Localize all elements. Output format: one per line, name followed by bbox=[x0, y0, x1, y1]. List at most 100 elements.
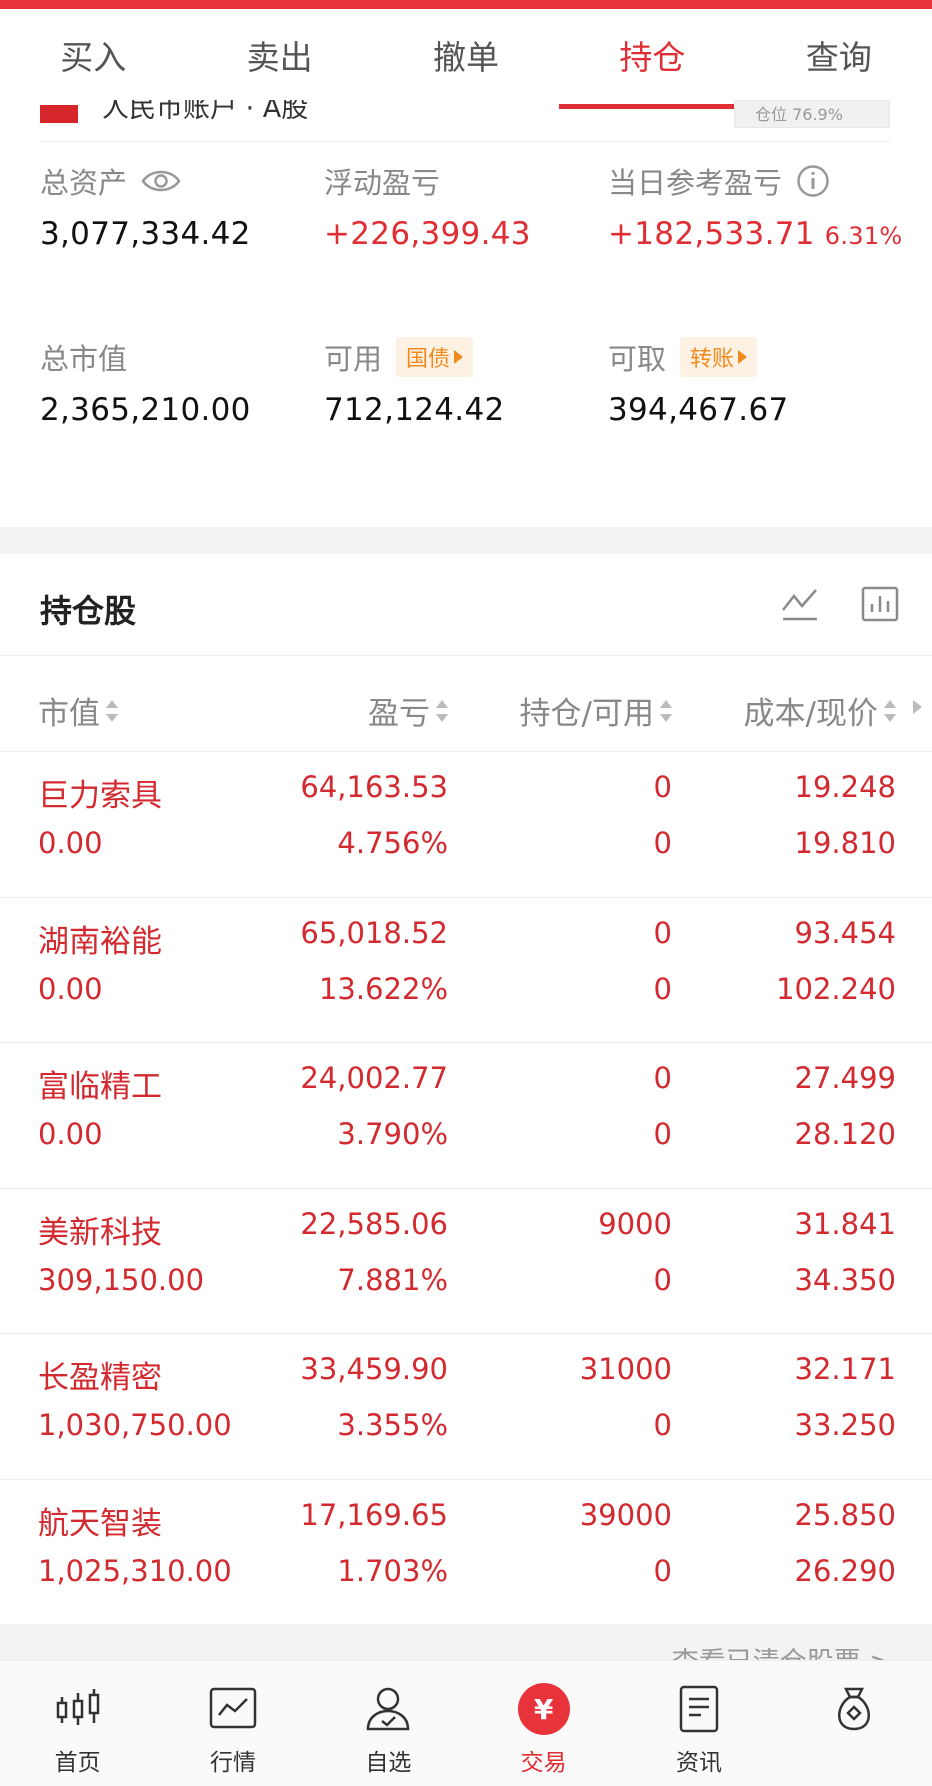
stock-pl-ratio: 4.756% bbox=[337, 826, 448, 860]
stock-pl: 64,163.53 bbox=[300, 770, 448, 804]
stock-price: 19.810 bbox=[794, 826, 896, 860]
stock-available: 0 bbox=[653, 826, 672, 860]
stock-position: 39000 bbox=[579, 1497, 672, 1532]
tab-buy[interactable]: 买入 bbox=[0, 9, 186, 109]
stock-market-value: 0.00 bbox=[38, 826, 103, 860]
nav-watchlist[interactable]: 自选 bbox=[311, 1661, 466, 1786]
stock-market-value: 1,025,310.00 bbox=[38, 1553, 232, 1588]
total-assets-value: 3,077,334.42 bbox=[40, 216, 251, 252]
column-position[interactable]: 持仓/可用 bbox=[520, 688, 672, 733]
column-pl-label: 盈亏 bbox=[368, 696, 430, 732]
floating-pl: 浮动盈亏 +226,399.43 bbox=[324, 160, 531, 252]
nav-home[interactable]: 首页 bbox=[0, 1661, 155, 1786]
daily-pl-label: 当日参考盈亏 bbox=[608, 166, 783, 200]
stock-pl-ratio: 13.622% bbox=[318, 971, 448, 1006]
stock-price: 28.120 bbox=[794, 1117, 896, 1151]
stock-position: 9000 bbox=[598, 1206, 672, 1241]
table-row[interactable]: 航天智装 1,025,310.00 17,169.65 1.703% 39000… bbox=[0, 1480, 932, 1626]
play-arrow-icon bbox=[738, 350, 748, 364]
stock-pl-ratio: 1.703% bbox=[337, 1553, 448, 1588]
column-pl[interactable]: 盈亏 bbox=[368, 688, 448, 733]
floating-pl-label: 浮动盈亏 bbox=[324, 166, 441, 200]
floating-pl-value: +226,399.43 bbox=[324, 216, 531, 252]
stock-name: 湖南裕能 bbox=[38, 923, 162, 960]
tab-query[interactable]: 查询 bbox=[746, 9, 932, 109]
stock-name: 巨力索具 bbox=[38, 778, 162, 814]
stock-cost: 25.850 bbox=[794, 1497, 896, 1532]
stock-market-value: 0.00 bbox=[38, 971, 103, 1006]
stock-position: 0 bbox=[653, 1061, 672, 1095]
stock-name: 航天智装 bbox=[38, 1505, 162, 1542]
nav-market[interactable]: 行情 bbox=[155, 1661, 310, 1786]
stock-cost: 19.248 bbox=[794, 770, 896, 804]
daily-pl: 当日参考盈亏 +182,533.71 6.31% bbox=[608, 160, 903, 252]
holdings-title: 持仓股 bbox=[40, 592, 137, 630]
cleared-stocks-bar: 查看已清仓股票 > bbox=[0, 1624, 932, 1660]
table-row[interactable]: 湖南裕能 0.00 65,018.52 13.622% 0 0 93.454 1… bbox=[0, 898, 932, 1043]
stock-cost: 32.171 bbox=[794, 1352, 896, 1386]
table-row[interactable]: 富临精工 0.00 24,002.77 3.790% 0 0 27.499 28… bbox=[0, 1043, 932, 1189]
withdrawable-label: 可取 bbox=[608, 342, 667, 376]
account-flag-icon bbox=[40, 105, 78, 123]
stock-cost: 93.454 bbox=[794, 915, 896, 950]
daily-pl-value: +182,533.71 bbox=[608, 216, 815, 252]
stock-price: 26.290 bbox=[794, 1553, 896, 1588]
view-cleared-stocks-link[interactable]: 查看已清仓股票 > bbox=[672, 1640, 892, 1660]
column-cost[interactable]: 成本/现价 bbox=[744, 688, 896, 733]
sort-icon bbox=[884, 699, 896, 723]
stock-price: 33.250 bbox=[794, 1408, 896, 1442]
tab-sell[interactable]: 卖出 bbox=[186, 9, 372, 109]
account-row[interactable]: 人民币账户 · A股 仓位 76.9% bbox=[40, 100, 890, 142]
transfer-button[interactable]: 转账 bbox=[680, 337, 758, 377]
stock-available: 0 bbox=[653, 1262, 672, 1297]
market-value: 总市值 2,365,210.00 bbox=[40, 336, 251, 428]
market-value-value: 2,365,210.00 bbox=[40, 392, 251, 428]
user-check-icon bbox=[367, 1687, 410, 1731]
stock-available: 0 bbox=[653, 1408, 672, 1442]
stock-available: 0 bbox=[653, 1553, 672, 1588]
market-value-label: 总市值 bbox=[40, 342, 128, 376]
account-label: 人民币账户 · A股 bbox=[102, 100, 309, 124]
candlestick-icon bbox=[56, 1689, 99, 1725]
sort-icon bbox=[436, 699, 448, 723]
holdings-list: 巨力索具 0.00 64,163.53 4.756% 0 0 19.248 19… bbox=[0, 752, 932, 1625]
nav-news-label: 资讯 bbox=[675, 1750, 722, 1776]
stock-price: 102.240 bbox=[776, 971, 896, 1006]
total-assets: 总资产 3,077,334.42 bbox=[40, 160, 251, 252]
position-ratio-pill: 仓位 76.9% bbox=[734, 100, 890, 128]
nav-trade-label: 交易 bbox=[520, 1750, 567, 1776]
table-row[interactable]: 长盈精密 1,030,750.00 33,459.90 3.355% 31000… bbox=[0, 1334, 932, 1480]
stock-pl-ratio: 3.790% bbox=[337, 1117, 448, 1151]
eye-icon[interactable] bbox=[141, 167, 181, 195]
column-market-value[interactable]: 市值 bbox=[38, 688, 118, 733]
treasury-bond-label: 国债 bbox=[406, 347, 451, 372]
holdings-header: 持仓股 bbox=[0, 554, 932, 656]
line-chart-icon[interactable] bbox=[780, 584, 820, 624]
table-row[interactable]: 巨力索具 0.00 64,163.53 4.756% 0 0 19.248 19… bbox=[0, 752, 932, 898]
available-label: 可用 bbox=[324, 342, 383, 376]
tab-cancel[interactable]: 撤单 bbox=[373, 9, 559, 109]
nav-wealth[interactable] bbox=[777, 1661, 932, 1786]
nav-trade[interactable]: ¥ 交易 bbox=[466, 1661, 621, 1786]
stock-pl: 33,459.90 bbox=[300, 1352, 448, 1386]
column-position-label: 持仓/可用 bbox=[519, 696, 654, 732]
available-value: 712,124.42 bbox=[324, 392, 505, 428]
trade-tabs: 买入 卖出 撤单 持仓 查询 bbox=[0, 9, 932, 109]
section-divider bbox=[0, 527, 932, 554]
treasury-bond-button[interactable]: 国债 bbox=[396, 337, 474, 377]
stock-name: 富临精工 bbox=[38, 1069, 162, 1105]
tab-positions[interactable]: 持仓 bbox=[559, 9, 747, 109]
table-row[interactable]: 美新科技 309,150.00 22,585.06 7.881% 9000 0 … bbox=[0, 1189, 932, 1334]
nav-news[interactable]: 资讯 bbox=[621, 1661, 776, 1786]
nav-watchlist-label: 自选 bbox=[365, 1750, 412, 1776]
stock-pl: 22,585.06 bbox=[300, 1206, 448, 1241]
bar-chart-icon[interactable] bbox=[860, 584, 900, 624]
scroll-right-icon[interactable] bbox=[913, 700, 922, 714]
daily-pl-percent: 6.31% bbox=[824, 222, 903, 250]
transfer-label: 转账 bbox=[690, 347, 735, 372]
column-cost-label: 成本/现价 bbox=[743, 696, 878, 732]
document-icon bbox=[679, 1685, 719, 1733]
info-icon[interactable] bbox=[796, 164, 830, 198]
yuan-icon: ¥ bbox=[517, 1683, 570, 1735]
trend-chart-icon bbox=[209, 1687, 257, 1729]
